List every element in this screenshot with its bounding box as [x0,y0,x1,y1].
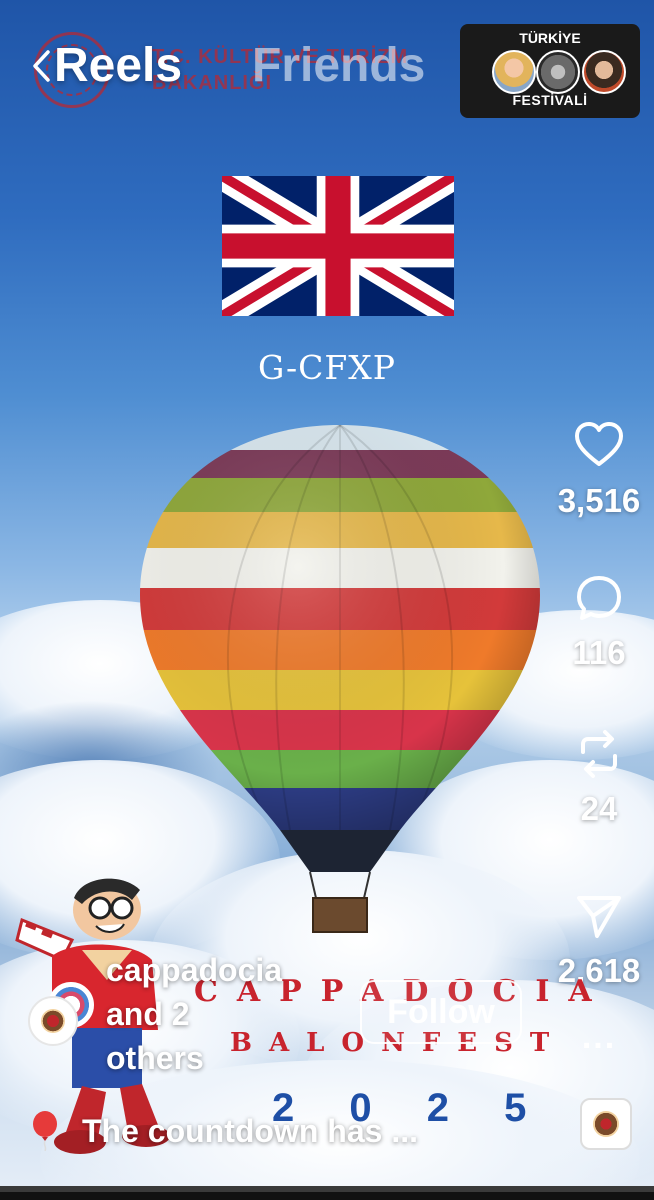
festival-title: TÜRKİYE [519,30,581,46]
post-caption[interactable]: The countdown has ... [30,1108,510,1154]
audio-thumbnail[interactable] [580,1098,632,1150]
collaborators-label[interactable]: others [106,1036,282,1080]
repost-count: 24 [580,790,618,827]
bottom-bar [0,1186,654,1200]
repost-icon [581,730,617,778]
caption-text: The countdown has ... [82,1112,418,1149]
tab-friends[interactable]: Friends [252,38,425,93]
avatar [582,50,626,94]
send-icon [577,896,621,938]
top-bar: T.C. KÜLTÜR VE TURİZM BAKANLIĞI Reels Fr… [0,0,654,130]
like-count: 3,516 [557,482,641,519]
post-owners[interactable]: cappadocia and 2 others [106,948,282,1080]
like-button[interactable]: 3,516 [544,420,654,520]
follow-button[interactable]: Follow [360,980,522,1044]
comment-count: 116 [572,634,626,671]
heart-icon [575,422,623,466]
owner-username[interactable]: cappadocia [106,948,282,992]
back-button[interactable] [26,44,56,88]
comment-button[interactable]: 116 [544,572,654,672]
owner-avatar[interactable] [28,996,78,1046]
hot-air-balloon [140,425,540,933]
repost-button[interactable]: 24 [544,728,654,828]
collaborators-count[interactable]: and 2 [106,992,282,1036]
balloon-emoji-icon [33,1111,57,1151]
united-kingdom-flag [222,176,454,316]
comment-icon [577,576,621,620]
avatar [492,50,536,94]
festival-video-overlay: TÜRKİYE FESTİVALİ [460,24,640,118]
reels-viewer[interactable]: T.C. KÜLTÜR VE TURİZM BAKANLIĞI Reels Fr… [0,0,654,1200]
chevron-left-icon [33,50,50,82]
tab-reels[interactable]: Reels [54,38,182,93]
festival-subtitle: FESTİVALİ [512,92,588,108]
aircraft-registration: G-CFXP [258,348,396,387]
avatar [536,50,580,94]
